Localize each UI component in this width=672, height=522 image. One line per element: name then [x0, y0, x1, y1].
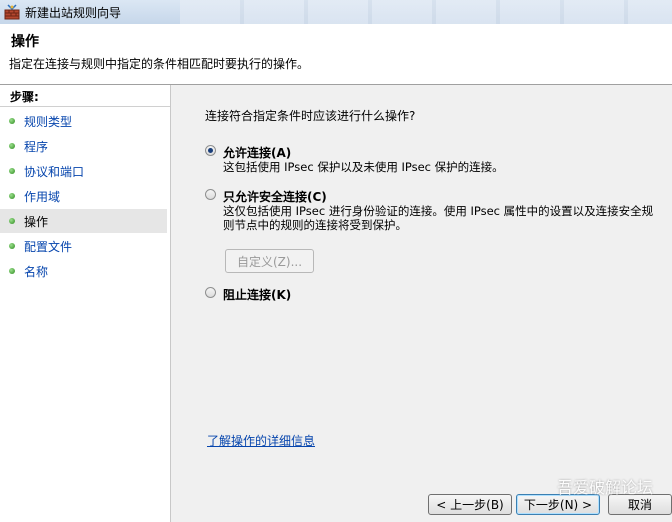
watermark: 吾爱破解论坛 — [557, 478, 654, 497]
customize-button[interactable]: 自定义(Z)... — [225, 249, 314, 273]
option-allow-secure[interactable]: 只允许安全连接(C) 这仅包括使用 IPsec 进行身份验证的连接。使用 IPs… — [205, 188, 665, 234]
radio-allow[interactable] — [205, 145, 216, 156]
step-label: 规则类型 — [24, 114, 73, 129]
page-description: 指定在连接与规则中指定的条件相匹配时要执行的操作。 — [9, 57, 310, 71]
step-protocol-ports[interactable]: 协议和端口 — [0, 159, 167, 183]
option-allow-desc: 这包括使用 IPsec 保护以及未使用 IPsec 保护的连接。 — [223, 160, 504, 174]
window-title: 新建出站规则向导 — [25, 6, 122, 20]
step-action[interactable]: 操作 — [0, 209, 167, 233]
step-program[interactable]: 程序 — [0, 134, 167, 158]
step-bullet-icon — [9, 268, 15, 274]
radio-allow-secure[interactable] — [205, 189, 216, 200]
step-label: 操作 — [24, 214, 49, 229]
step-name[interactable]: 名称 — [0, 259, 167, 283]
steps-title: 步骤: — [10, 90, 39, 104]
help-link[interactable]: 了解操作的详细信息 — [207, 432, 315, 449]
wizard-content: 连接符合指定条件时应该进行什么操作? 允许连接(A) 这包括使用 IPsec 保… — [171, 85, 672, 522]
wizard-header: 操作 指定在连接与规则中指定的条件相匹配时要执行的操作。 — [0, 24, 672, 85]
radio-block[interactable] — [205, 287, 216, 298]
action-question: 连接符合指定条件时应该进行什么操作? — [205, 109, 416, 123]
page-title: 操作 — [11, 34, 39, 50]
option-allow-label: 允许连接(A) — [223, 146, 292, 160]
step-bullet-icon — [9, 218, 15, 224]
step-scope[interactable]: 作用域 — [0, 184, 167, 208]
step-profile[interactable]: 配置文件 — [0, 234, 167, 258]
window-titlebar: 新建出站规则向导 — [0, 0, 672, 24]
option-allow[interactable]: 允许连接(A) 这包括使用 IPsec 保护以及未使用 IPsec 保护的连接。 — [205, 144, 665, 176]
option-allow-secure-label: 只允许安全连接(C) — [223, 190, 327, 204]
step-label: 名称 — [24, 264, 49, 279]
background-window-ghost — [180, 0, 672, 24]
firewall-wizard-icon — [4, 4, 20, 20]
option-block[interactable]: 阻止连接(K) — [205, 286, 665, 302]
step-bullet-icon — [9, 118, 15, 124]
step-bullet-icon — [9, 168, 15, 174]
step-bullet-icon — [9, 143, 15, 149]
back-button[interactable]: < 上一步(B) — [428, 494, 512, 515]
option-allow-secure-desc: 这仅包括使用 IPsec 进行身份验证的连接。使用 IPsec 属性中的设置以及… — [223, 204, 654, 232]
step-label: 程序 — [24, 139, 49, 154]
step-rule-type[interactable]: 规则类型 — [0, 109, 167, 133]
step-label: 配置文件 — [24, 239, 73, 254]
step-label: 协议和端口 — [24, 164, 85, 179]
steps-sidebar: 步骤: 规则类型 程序 协议和端口 作用域 操作 配置文件 名称 — [0, 85, 171, 522]
step-bullet-icon — [9, 193, 15, 199]
steps-divider — [0, 106, 170, 107]
step-label: 作用域 — [24, 189, 61, 204]
option-block-label: 阻止连接(K) — [223, 288, 292, 302]
step-bullet-icon — [9, 243, 15, 249]
